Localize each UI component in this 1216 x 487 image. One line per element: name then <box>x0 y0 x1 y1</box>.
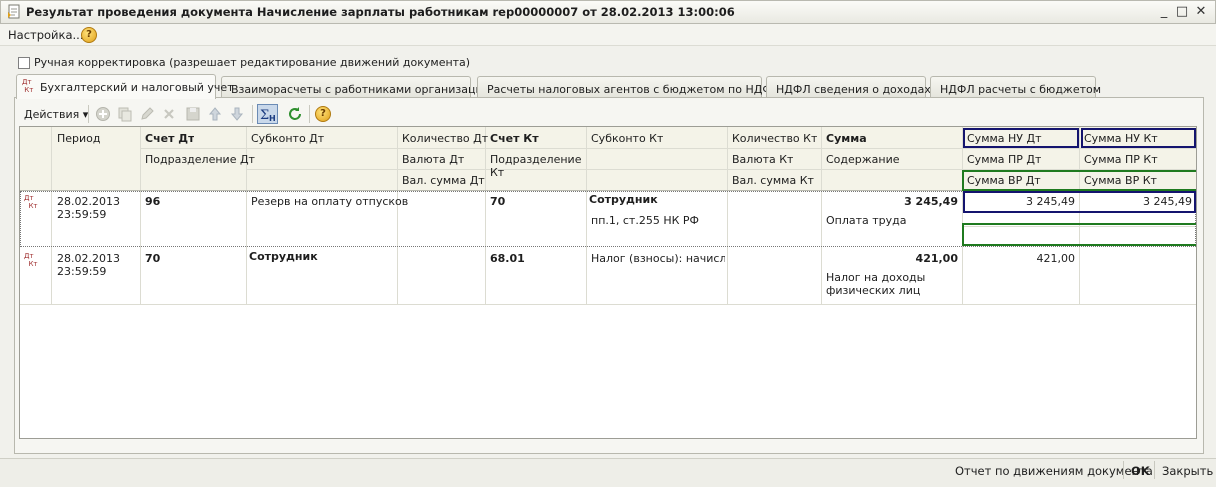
row-subconto-kt-2: пп.1, ст.255 НК РФ <box>591 214 699 227</box>
row-time: 23:59:59 <box>57 265 107 278</box>
row-content-2: физических лиц <box>826 284 921 297</box>
header-currency-dt[interactable]: Валюта Дт <box>402 153 464 166</box>
row-date: 28.02.2013 <box>57 252 120 265</box>
header-pr-kt[interactable]: Сумма ПР Кт <box>1084 153 1158 166</box>
footer-separator <box>1123 461 1124 479</box>
row-subconto-dt: Сотрудник <box>249 250 318 263</box>
row-subconto-kt-1: Сотрудник <box>589 193 658 206</box>
header-qty-kt[interactable]: Количество Кт <box>732 132 817 145</box>
header-credit-account[interactable]: Счет Кт <box>490 132 539 145</box>
header-debit-division[interactable]: Подразделение Дт <box>145 153 255 166</box>
toolbar-separator <box>309 105 310 123</box>
manual-correction-row[interactable]: Ручная корректировка (разрешает редактир… <box>18 56 470 70</box>
svg-text:H: H <box>269 114 276 123</box>
header-credit-division[interactable]: Подразделение Кт <box>490 153 584 179</box>
row-debit-account: 96 <box>145 195 161 208</box>
tab-accounting[interactable]: Дт Кт Бухгалтерский и налоговый учет <box>16 74 234 99</box>
save-icon[interactable] <box>185 106 201 122</box>
header-currency-kt[interactable]: Валюта Кт <box>732 153 793 166</box>
header-content[interactable]: Содержание <box>826 153 900 166</box>
manual-correction-label: Ручная корректировка (разрешает редактир… <box>34 56 471 69</box>
ok-button[interactable]: OK <box>1131 464 1150 478</box>
row-sum: 3 245,49 <box>904 195 958 208</box>
tab-ndfl-budget-agents[interactable]: Расчеты налоговых агентов с бюджетом по … <box>477 76 780 98</box>
row-content-1: Налог на доходы <box>826 271 926 284</box>
header-qty-dt[interactable]: Количество Дт <box>402 132 488 145</box>
minimize-button[interactable]: _ <box>1155 4 1173 20</box>
menu-bar <box>0 24 1216 46</box>
header-cur-sum-kt[interactable]: Вал. сумма Кт <box>732 174 814 187</box>
highlight-nu-dt-header <box>963 128 1079 148</box>
dt-kt-icon: Дт Кт <box>24 194 38 210</box>
close-button[interactable]: Закрыть <box>1162 464 1213 478</box>
header-subconto-dt[interactable]: Субконто Дт <box>251 132 324 145</box>
header-pr-dt[interactable]: Сумма ПР Дт <box>967 153 1041 166</box>
footer-separator <box>1154 461 1155 479</box>
delete-icon[interactable] <box>161 106 177 122</box>
sum-icon[interactable]: ΣH <box>257 104 278 124</box>
tab-ndfl-income[interactable]: НДФЛ сведения о доходах <box>766 76 931 98</box>
header-subconto-kt[interactable]: Субконто Кт <box>591 132 663 145</box>
tab-settlements-employees[interactable]: Взаиморасчеты с работниками организаций <box>221 76 490 98</box>
refresh-icon[interactable] <box>287 106 303 122</box>
copy-icon[interactable] <box>117 106 133 122</box>
move-up-icon[interactable] <box>207 106 223 122</box>
highlight-nu-values <box>963 191 1196 213</box>
row-credit-account: 68.01 <box>490 252 525 265</box>
row-sum: 421,00 <box>915 252 958 265</box>
row-subconto-kt-1: Налог (взносы): начисл... <box>591 252 725 265</box>
actions-menu[interactable]: Действия ▾ <box>24 108 88 121</box>
header-period[interactable]: Период <box>57 132 101 145</box>
header-sum[interactable]: Сумма <box>826 132 867 145</box>
highlight-vr-header <box>962 170 1196 191</box>
actions-label: Действия <box>24 108 80 121</box>
dt-kt-icon: Дт Кт <box>22 78 34 94</box>
toolbar-separator <box>88 105 89 123</box>
highlight-vr-values <box>962 223 1196 246</box>
edit-icon[interactable] <box>139 106 155 122</box>
header-debit-account[interactable]: Счет Дт <box>145 132 194 145</box>
help-icon[interactable]: ? <box>315 106 331 122</box>
tab-label: Бухгалтерский и налоговый учет <box>40 81 234 94</box>
document-icon <box>8 4 20 19</box>
tab-ndfl-budget[interactable]: НДФЛ расчеты с бюджетом <box>930 76 1101 98</box>
svg-text:Σ: Σ <box>260 108 269 123</box>
manual-correction-checkbox[interactable] <box>18 57 30 69</box>
row-nu-dt: 421,00 <box>1036 252 1076 265</box>
close-window-button[interactable]: ✕ <box>1192 4 1210 20</box>
row-credit-account: 70 <box>490 195 506 208</box>
maximize-button[interactable]: □ <box>1173 4 1191 20</box>
toolbar-separator <box>252 105 253 123</box>
row-date: 28.02.2013 <box>57 195 120 208</box>
row-debit-account: 70 <box>145 252 161 265</box>
help-icon[interactable]: ? <box>81 27 97 43</box>
move-down-icon[interactable] <box>229 106 245 122</box>
row-subconto-dt: Резерв на оплату отпусков <box>251 195 409 208</box>
movements-table[interactable]: Период Счет Дт Подразделение Дт Субконто… <box>19 126 1197 439</box>
dt-kt-icon: Дт Кт <box>24 252 38 268</box>
settings-menu[interactable]: Настройка... <box>8 28 84 42</box>
row-content: Оплата труда <box>826 214 907 227</box>
window-title: Результат проведения документа Начислени… <box>26 5 735 19</box>
row-time: 23:59:59 <box>57 208 107 221</box>
header-cur-sum-dt[interactable]: Вал. сумма Дт <box>402 174 485 187</box>
highlight-nu-kt-header <box>1081 128 1196 148</box>
add-icon[interactable] <box>95 106 111 122</box>
